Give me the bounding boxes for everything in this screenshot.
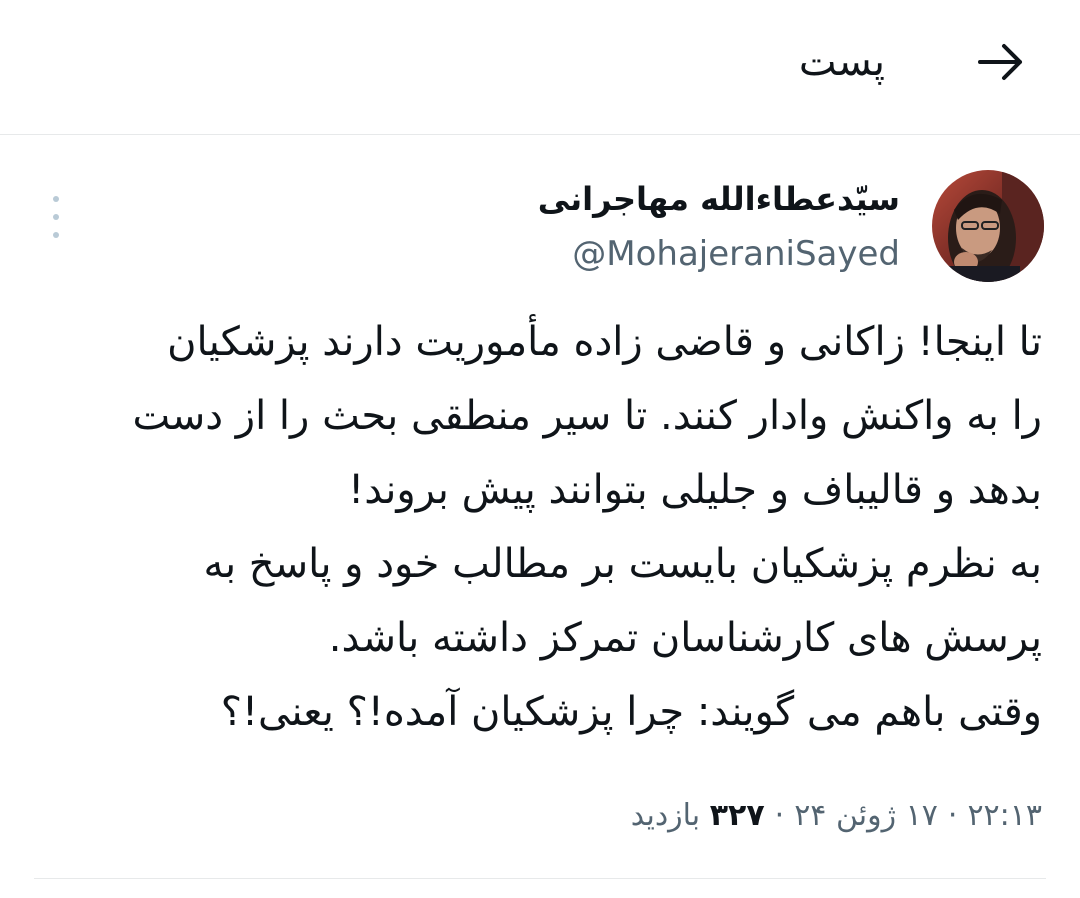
more-dot xyxy=(53,214,59,220)
top-bar: پست xyxy=(0,0,1080,135)
more-options-button[interactable] xyxy=(40,196,72,238)
meta-separator: · xyxy=(947,798,958,833)
author-handle[interactable]: @MohajeraniSayed xyxy=(572,234,900,274)
avatar-photo xyxy=(932,170,1044,282)
author-name[interactable]: سیّدعطاءالله مهاجرانی xyxy=(538,180,900,218)
divider xyxy=(34,878,1046,879)
views-label: بازدید xyxy=(630,798,701,833)
tweet-text: تا اینجا! زاکانی و قاضی زاده مأموریت دار… xyxy=(132,319,1042,735)
arrow-right-icon xyxy=(978,44,1022,80)
more-dot xyxy=(53,196,59,202)
page-title: پست xyxy=(798,39,885,85)
avatar[interactable] xyxy=(932,170,1044,282)
tweet-date[interactable]: ۱۷ ژوئن ۲۴ xyxy=(794,798,938,833)
views-count: ۳۲۷ xyxy=(709,798,765,833)
back-button[interactable] xyxy=(974,38,1030,86)
meta-separator: · xyxy=(774,798,785,833)
tweet-meta: ۲۲:۱۳ · ۱۷ ژوئن ۲۴ · ۳۲۷ بازدید xyxy=(631,798,1042,833)
tweet-time[interactable]: ۲۲:۱۳ xyxy=(967,798,1042,833)
more-dot xyxy=(53,232,59,238)
